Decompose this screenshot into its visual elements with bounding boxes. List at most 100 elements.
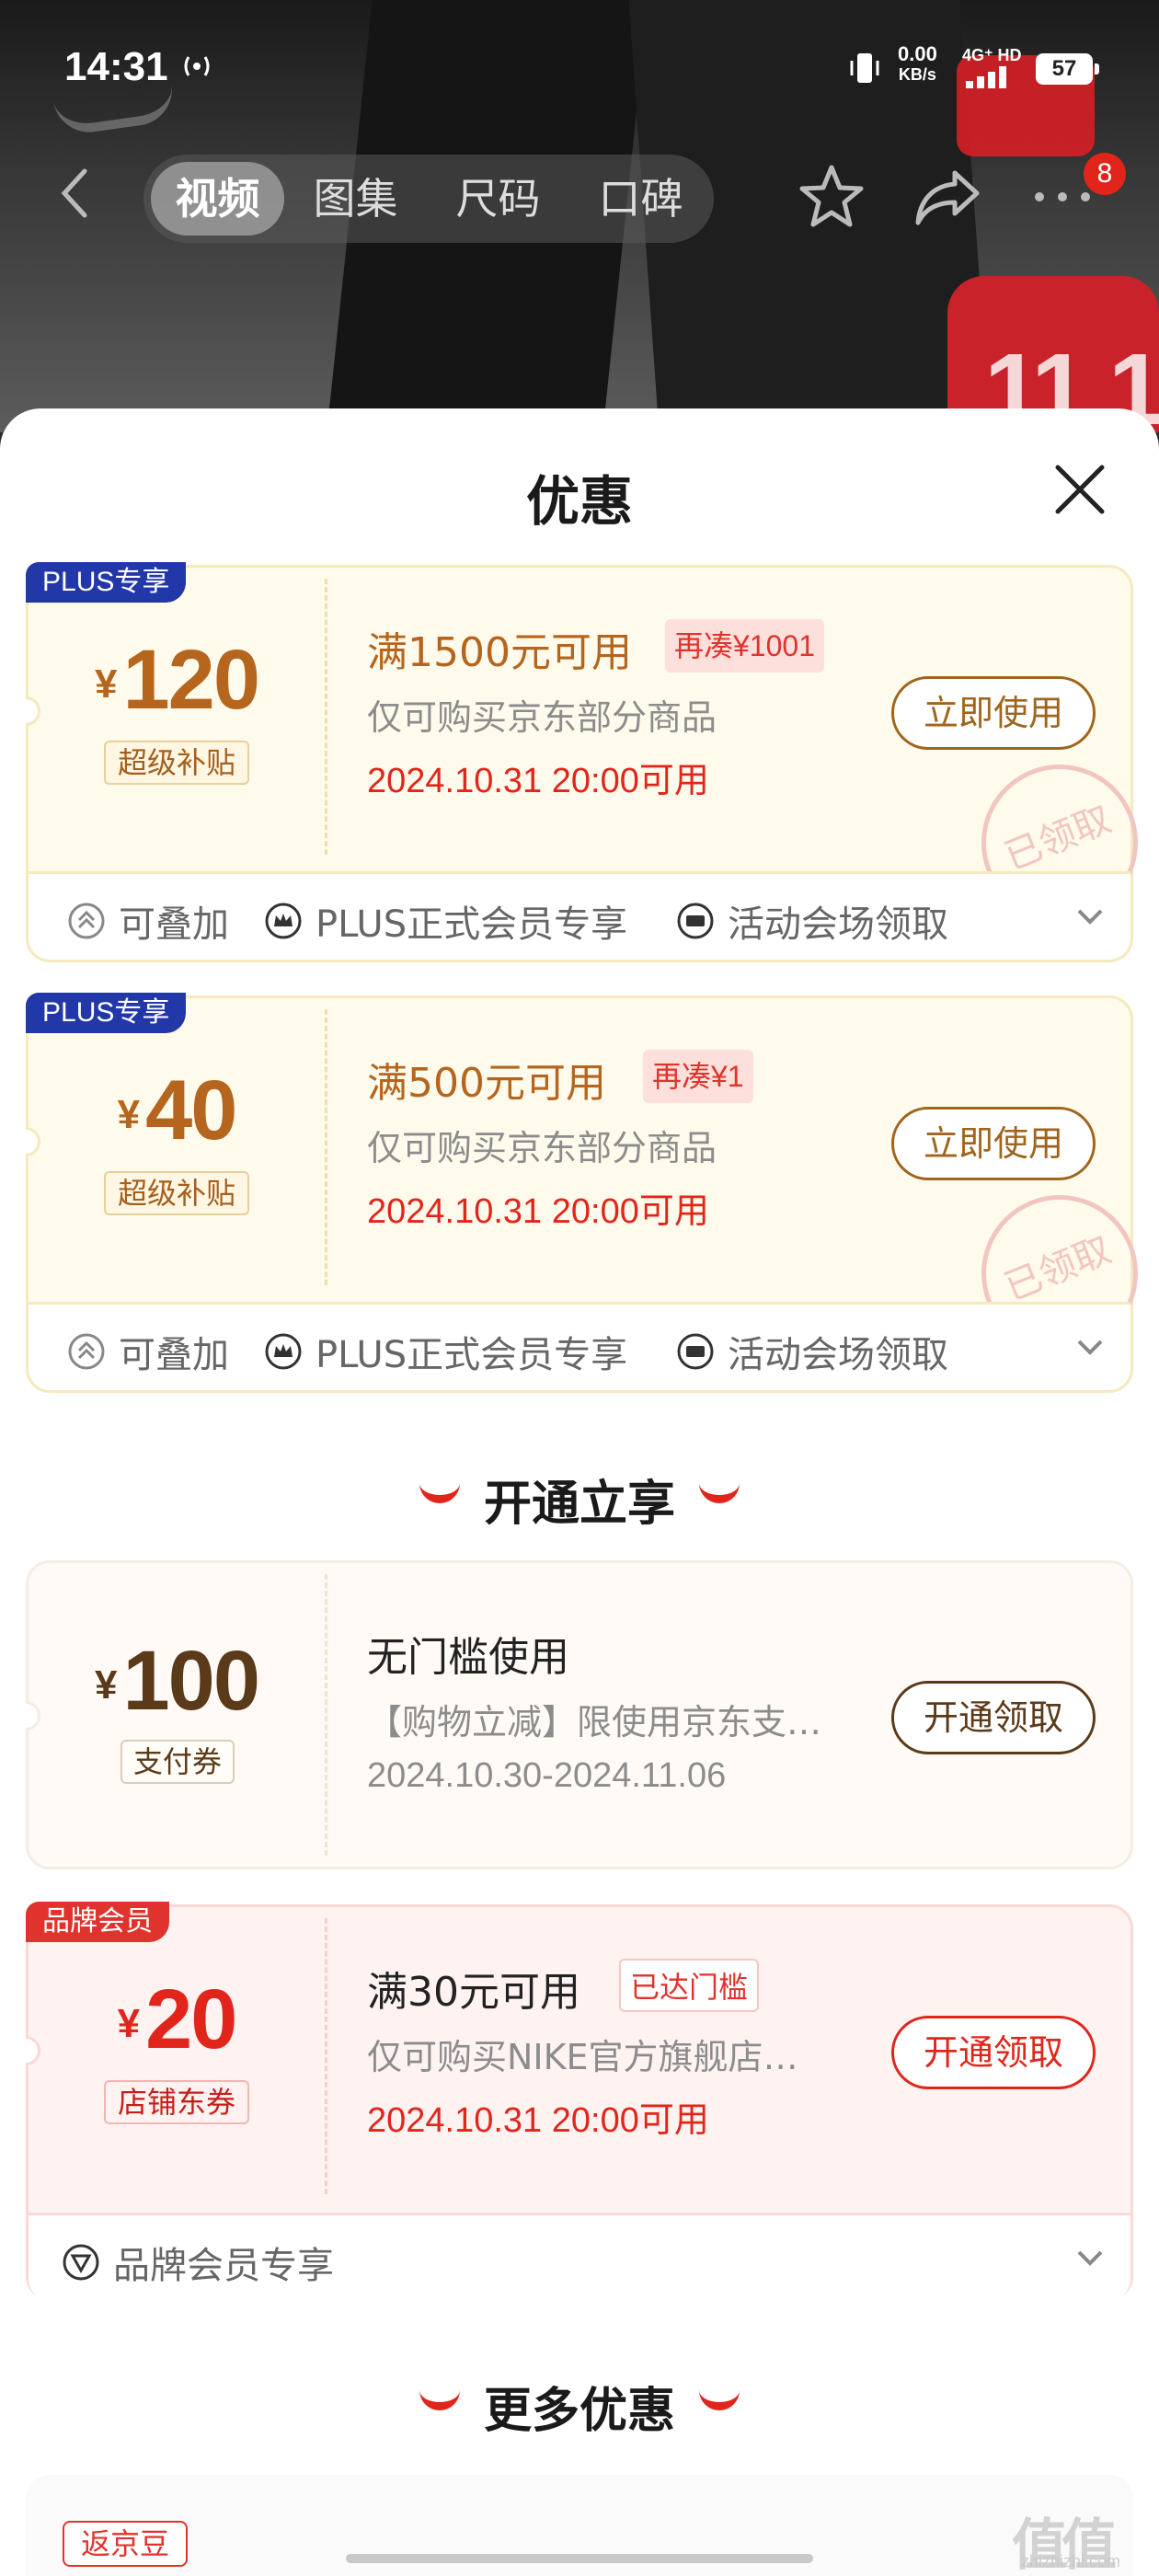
ticket-icon: [677, 1333, 714, 1370]
coupon-condition: 满30元可用: [367, 1969, 580, 2016]
card-divider: [325, 1574, 327, 1856]
coupon-condition: 满1500元可用: [367, 629, 632, 676]
notification-badge: 8: [1084, 153, 1126, 195]
smile-decoration-icon: [419, 1483, 460, 1503]
currency-symbol: ¥: [95, 661, 118, 707]
currency-symbol: ¥: [117, 2001, 141, 2046]
watermark-url: zhizhizhi.com: [1021, 2552, 1121, 2570]
coupon-type-badge: 支付券: [120, 1740, 235, 1784]
use-now-button[interactable]: 立即使用: [891, 1107, 1096, 1180]
star-icon[interactable]: [797, 162, 866, 232]
coupon-value: 40: [145, 1064, 237, 1157]
smile-decoration-icon: [699, 2390, 740, 2410]
chevron-down-icon[interactable]: [1073, 2241, 1107, 2274]
coupon-features[interactable]: 可叠加 PLUS正式会员专享 活动会场领取: [29, 1302, 1130, 1390]
coupon-description: 【购物立减】限使用京东支…: [367, 1702, 822, 1742]
feature-label: 可叠加: [119, 903, 229, 946]
claimed-stamp: 已领取: [981, 765, 1138, 875]
tab-reviews[interactable]: 口碑: [569, 162, 712, 236]
chevron-down-icon[interactable]: [1073, 900, 1107, 933]
coupon-value: 20: [145, 1972, 237, 2066]
coupon-card: PLUS专享 ¥40 超级补贴 满500元可用 再凑¥1 仅可购买京东部分商品 …: [26, 993, 1138, 1393]
coupon-card: 品牌会员 ¥20 店铺东券 满30元可用 已达门槛 仅可购买NIKE官方旗舰店……: [26, 1902, 1133, 2301]
feature-venue: 活动会场领取: [676, 894, 948, 948]
section-title: 开通立享: [483, 1477, 675, 1532]
coupon-amount: ¥120: [29, 632, 325, 729]
feature-label: 活动会场领取: [728, 903, 948, 946]
claimed-stamp-text: 已领取: [981, 765, 1138, 875]
tab-gallery[interactable]: 图集: [284, 162, 427, 236]
coupon-value: 120: [122, 633, 259, 727]
brand-member-icon: [63, 2244, 99, 2281]
feature-stackable: 可叠加: [67, 1325, 229, 1378]
card-divider: [325, 1918, 327, 2194]
card-divider: [325, 1009, 327, 1285]
use-now-button[interactable]: 立即使用: [891, 676, 1096, 750]
feature-stackable: 可叠加: [67, 894, 229, 948]
coupon-gap-chip: 再凑¥1: [643, 1050, 753, 1103]
tab-size[interactable]: 尺码: [427, 162, 569, 236]
section-title: 更多优惠: [483, 2384, 675, 2439]
nfc-signal-icon: [184, 56, 210, 76]
brand-member-tag: 品牌会员: [26, 1902, 169, 1942]
battery-icon: 57: [1036, 53, 1099, 85]
coupon-amount: ¥40: [29, 1063, 325, 1159]
close-icon[interactable]: [1050, 460, 1109, 519]
coupon-description: 仅可购买NIKE官方旗舰店…: [367, 2037, 798, 2077]
feature-brand-member: 品牌会员专享: [62, 2236, 334, 2289]
network-speed: 0.00 KB/s: [898, 44, 937, 85]
back-arrow-icon[interactable]: [57, 166, 94, 221]
feature-label: PLUS正式会员专享: [316, 903, 628, 946]
nav-tabs: 视频 图集 尺码 口碑: [143, 155, 714, 243]
feature-plus-member: PLUS正式会员专享: [264, 1325, 627, 1378]
crown-icon: [265, 1333, 302, 1370]
coupon-description: 仅可购买京东部分商品: [367, 697, 717, 738]
claimed-stamp-text: 已领取: [981, 1195, 1138, 1305]
network-type: 4G⁺ HD: [962, 46, 1022, 64]
section-heading-open-enjoy: 开通立享: [0, 1465, 1159, 1534]
feature-label: 活动会场领取: [728, 1334, 948, 1376]
chevron-down-icon[interactable]: [1073, 1330, 1107, 1363]
vibrate-icon: [850, 53, 879, 83]
plus-exclusive-tag: PLUS专享: [26, 562, 187, 603]
plus-exclusive-tag: PLUS专享: [26, 993, 187, 1033]
coupon-date: 2024.10.31 20:00可用: [367, 2101, 709, 2140]
home-indicator[interactable]: [346, 2554, 813, 2563]
card-divider: [325, 579, 327, 855]
coupon-condition: 满500元可用: [367, 1060, 606, 1107]
coupon-card: ¥100 支付券 无门槛使用 【购物立减】限使用京东支… 2024.10.30-…: [26, 1560, 1133, 1869]
stackable-icon: [68, 1333, 105, 1370]
smile-decoration-icon: [419, 2390, 460, 2410]
feature-venue: 活动会场领取: [676, 1325, 948, 1378]
coupon-type-badge: 店铺东券: [104, 2080, 249, 2124]
coupon-date: 2024.10.30-2024.11.06: [367, 1756, 727, 1795]
feature-label: PLUS正式会员专享: [316, 1334, 628, 1376]
coupon-amount: ¥100: [29, 1633, 325, 1730]
coupon-type-badge: 超级补贴: [104, 1171, 249, 1215]
coupon-gap-chip: 再凑¥1001: [665, 619, 824, 673]
crown-icon: [265, 903, 302, 939]
currency-symbol: ¥: [117, 1092, 141, 1137]
coupon-features[interactable]: 可叠加 PLUS正式会员专享 活动会场领取: [29, 871, 1130, 960]
coupon-date: 2024.10.31 20:00可用: [367, 762, 709, 800]
network-speed-unit: KB/s: [898, 65, 936, 84]
more-icon[interactable]: [1030, 178, 1095, 215]
coupon-amount: ¥20: [29, 1972, 325, 2068]
smile-decoration-icon: [699, 1483, 740, 1503]
threshold-reached-chip: 已达门槛: [619, 1959, 760, 2012]
feature-label: 品牌会员专享: [113, 2245, 334, 2287]
coupon-value: 100: [122, 1634, 259, 1728]
coupon-features[interactable]: 品牌会员专享: [29, 2213, 1130, 2301]
activate-claim-button[interactable]: 开通领取: [891, 2016, 1096, 2089]
tab-video[interactable]: 视频: [151, 162, 284, 236]
currency-symbol: ¥: [95, 1662, 118, 1708]
jd-bean-tag: 返京豆: [63, 2521, 189, 2567]
coupon-date: 2024.10.31 20:00可用: [367, 1192, 709, 1231]
offers-sheet: 优惠 PLUS专享 ¥120 超级补贴 满1500元可用 再凑¥1001 仅可购…: [0, 408, 1159, 2576]
ticket-icon: [677, 903, 714, 939]
claimed-stamp: 已领取: [981, 1195, 1138, 1305]
coupon-type-badge: 超级补贴: [104, 741, 249, 785]
share-icon[interactable]: [912, 164, 982, 230]
status-time: 14:31: [64, 44, 168, 89]
activate-claim-button[interactable]: 开通领取: [891, 1681, 1096, 1754]
